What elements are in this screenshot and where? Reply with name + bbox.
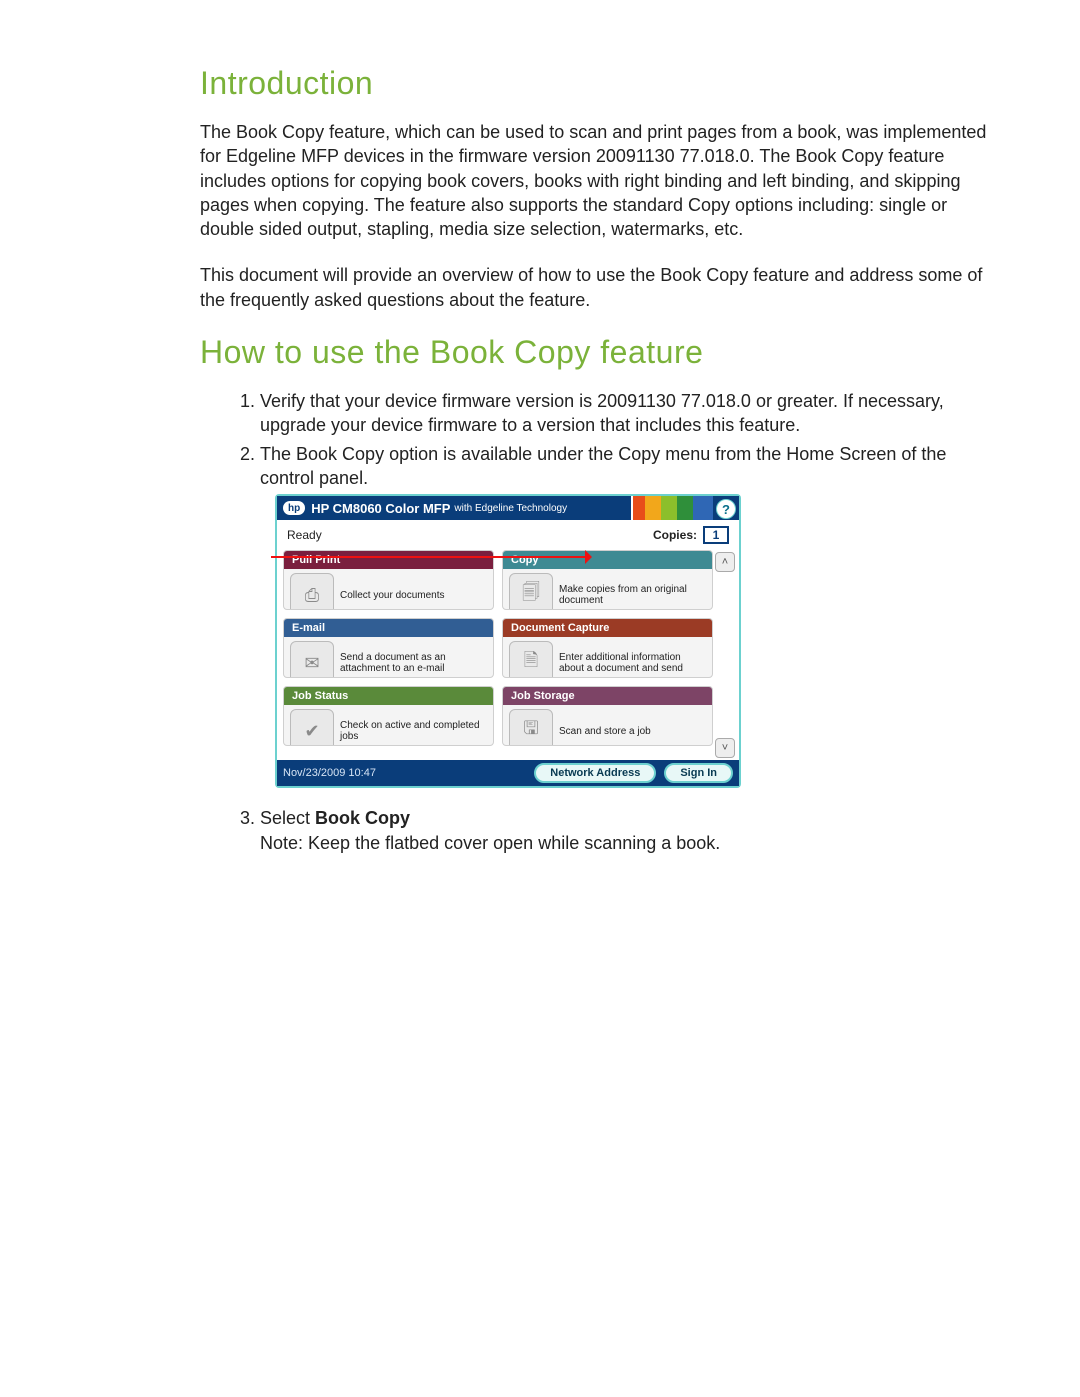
decorative-color-stripe — [631, 496, 713, 520]
step-3-note: Note: Keep the flatbed cover open while … — [260, 833, 720, 853]
printer-icon: ⎙ — [290, 573, 334, 610]
copies-value[interactable]: 1 — [703, 526, 729, 544]
control-panel-screenshot: hp HP CM8060 Color MFP with Edgeline Tec… — [275, 494, 741, 788]
tile-job-storage-title: Job Storage — [503, 687, 712, 705]
scroll-column: ˄ ˅ — [715, 550, 735, 760]
tile-copy-title: Copy — [503, 551, 712, 569]
tile-pull-print-desc: Collect your documents — [340, 590, 487, 602]
intro-paragraph-2: This document will provide an overview o… — [200, 263, 995, 312]
tile-document-capture-desc: Enter additional information about a doc… — [559, 652, 706, 675]
heading-how-to: How to use the Book Copy feature — [200, 334, 995, 371]
copies-control[interactable]: Copies: 1 — [653, 526, 729, 544]
tile-document-capture-title: Document Capture — [503, 619, 712, 637]
step-2: The Book Copy option is available under … — [260, 442, 995, 491]
tile-job-status[interactable]: Job Status ✔ Check on active and complet… — [283, 686, 494, 746]
tile-email-title: E-mail — [284, 619, 493, 637]
panel-footer: Nov/23/2009 10:47 Network Address Sign I… — [277, 760, 739, 786]
panel-tile-grid: Pull Print ⎙ Collect your documents Copy… — [277, 550, 739, 760]
checkmark-icon: ✔ — [290, 709, 334, 746]
tile-copy[interactable]: Copy 🗐 Make copies from an original docu… — [502, 550, 713, 610]
panel-titlebar: hp HP CM8060 Color MFP with Edgeline Tec… — [277, 496, 739, 520]
status-text: Ready — [287, 528, 322, 542]
network-address-button[interactable]: Network Address — [534, 763, 656, 783]
step-3: Select Book Copy Note: Keep the flatbed … — [260, 806, 995, 855]
step-1: Verify that your device firmware version… — [260, 389, 995, 438]
steps-list: Verify that your device firmware version… — [200, 389, 995, 490]
panel-status-bar: Ready Copies: 1 — [277, 520, 739, 550]
copies-label: Copies: — [653, 528, 697, 542]
tile-copy-desc: Make copies from an original document — [559, 584, 706, 607]
heading-introduction: Introduction — [200, 65, 995, 102]
panel-subtitle: with Edgeline Technology — [454, 503, 567, 514]
tile-pull-print-title: Pull Print — [284, 551, 493, 569]
envelope-icon: ✉ — [290, 641, 334, 678]
step-3-bold: Book Copy — [315, 808, 410, 828]
scroll-up-button[interactable]: ˄ — [715, 552, 735, 572]
tile-document-capture[interactable]: Document Capture 🗎 Enter additional info… — [502, 618, 713, 678]
tile-job-storage[interactable]: Job Storage 🖫 Scan and store a job — [502, 686, 713, 746]
highlight-arrow — [271, 556, 589, 558]
panel-title: HP CM8060 Color MFP — [311, 501, 450, 516]
tile-job-status-title: Job Status — [284, 687, 493, 705]
step-3-prefix: Select — [260, 808, 315, 828]
intro-paragraph-1: The Book Copy feature, which can be used… — [200, 120, 995, 241]
document-icon: 🗎 — [509, 641, 553, 678]
save-icon: 🖫 — [509, 709, 553, 746]
tile-job-storage-desc: Scan and store a job — [559, 726, 706, 738]
help-button[interactable]: ? — [716, 499, 736, 519]
document-page: Introduction The Book Copy feature, whic… — [0, 0, 1080, 959]
footer-timestamp: Nov/23/2009 10:47 — [283, 767, 376, 779]
scroll-down-button[interactable]: ˅ — [715, 738, 735, 758]
copy-icon: 🗐 — [509, 573, 553, 610]
tile-email[interactable]: E-mail ✉ Send a document as an attachmen… — [283, 618, 494, 678]
tile-email-desc: Send a document as an attachment to an e… — [340, 652, 487, 675]
sign-in-button[interactable]: Sign In — [664, 763, 733, 783]
tile-pull-print[interactable]: Pull Print ⎙ Collect your documents — [283, 550, 494, 610]
hp-logo-badge: hp — [283, 501, 305, 515]
steps-list-continued: Select Book Copy Note: Keep the flatbed … — [200, 806, 995, 855]
tile-job-status-desc: Check on active and completed jobs — [340, 720, 487, 743]
